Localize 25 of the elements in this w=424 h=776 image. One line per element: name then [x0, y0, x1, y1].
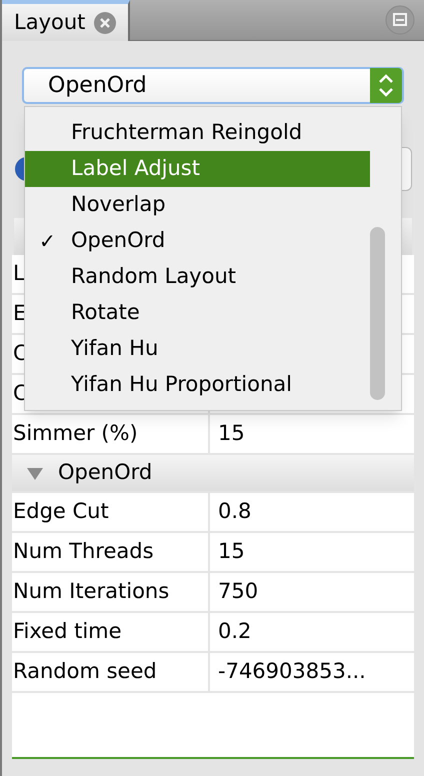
property-name: Num Threads [12, 533, 210, 571]
section-title: OpenOrd [58, 459, 152, 486]
property-value[interactable]: 15 [210, 533, 414, 571]
property-name: Num Iterations [12, 573, 210, 611]
layout-select[interactable]: OpenOrd [22, 67, 404, 104]
property-name: Fixed time [12, 613, 210, 651]
property-value[interactable]: 750 [210, 573, 414, 611]
property-name: Random seed [12, 653, 210, 691]
property-name: Simmer (%) [12, 415, 210, 453]
property-value[interactable]: 0.8 [210, 493, 414, 531]
dropdown-item[interactable]: Fruchterman Reingold [25, 115, 370, 151]
section-header[interactable]: OpenOrd [12, 455, 414, 493]
minimize-icon[interactable] [385, 5, 415, 35]
scrollbar-thumb[interactable] [370, 227, 385, 400]
property-value[interactable]: 0.2 [210, 613, 414, 651]
triangle-down-icon [26, 465, 44, 481]
check-mark: ✓ [39, 229, 56, 253]
property-name: Edge Cut [12, 493, 210, 531]
up-down-chevron-icon [370, 68, 402, 103]
property-value[interactable]: -746903853... [210, 653, 414, 691]
close-icon[interactable] [93, 10, 118, 34]
property-value[interactable]: 15 [210, 415, 414, 453]
dropdown-item[interactable]: Label Adjust [25, 151, 370, 187]
dropdown-item[interactable]: Noverlap [25, 187, 370, 223]
panel-tab[interactable]: Layout [2, 0, 130, 41]
